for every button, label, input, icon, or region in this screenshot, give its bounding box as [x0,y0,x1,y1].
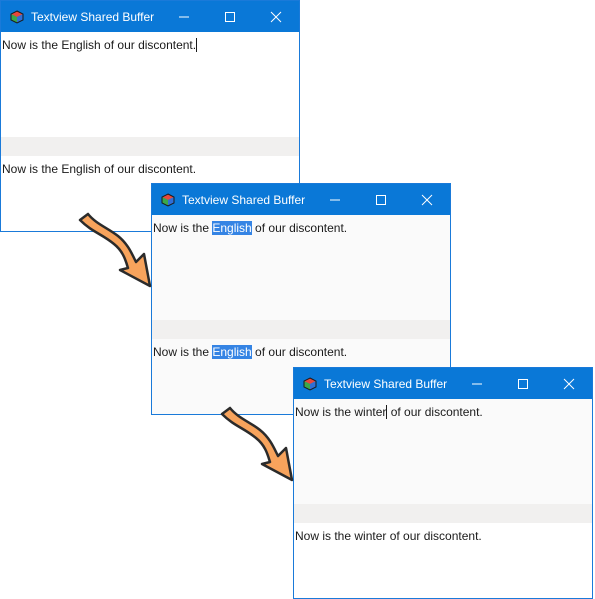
window-title: Textview Shared Buffer [324,377,448,391]
top-text-view[interactable]: Now is the English of our discontent. [152,215,450,320]
maximize-icon [376,195,386,205]
close-icon [563,378,575,390]
top-text-view[interactable]: Now is the winter of our discontent. [294,399,592,504]
maximize-icon [518,379,528,389]
pane-divider[interactable] [152,320,450,339]
text-content: Now is the English of our discontent. [2,38,197,52]
top-text-view[interactable]: Now is the English of our discontent. [1,32,299,137]
pane-divider[interactable] [1,137,299,156]
text-line: Now is the English of our discontent. [153,220,347,236]
title-bar[interactable]: Textview Shared Buffer [294,368,592,399]
selected-text[interactable]: English [212,345,252,359]
maximize-button[interactable] [358,184,404,215]
maximize-icon [225,12,235,22]
cube-icon [161,193,175,207]
close-icon [270,11,282,23]
text-cursor [196,38,198,52]
minimize-icon [330,199,340,201]
textview-window-3: Textview Shared Buffer Now is the winter… [293,367,593,599]
close-button[interactable] [546,368,592,399]
window-title: Textview Shared Buffer [182,193,306,207]
title-bar[interactable]: Textview Shared Buffer [1,1,299,32]
minimize-icon [472,383,482,385]
text-before-selection: Now is the [153,221,213,235]
close-button[interactable] [404,184,450,215]
minimize-button[interactable] [454,368,500,399]
window-title: Textview Shared Buffer [31,10,155,24]
text-line: Now is the winter of our discontent. [295,404,483,420]
cube-icon [10,10,24,24]
minimize-icon [179,16,189,18]
minimize-button[interactable] [312,184,358,215]
cube-icon [303,377,317,391]
text-after-cursor: of our discontent. [387,405,483,419]
text-after-selection: of our discontent. [251,221,348,235]
curved-arrow-icon [220,406,294,482]
bottom-text-view[interactable]: Now is the winter of our discontent. [294,523,592,598]
text-after-selection: of our discontent. [251,345,348,359]
text-line: Now is the English of our discontent. [2,162,197,176]
minimize-button[interactable] [161,1,207,32]
text-before-selection: Now is the [153,345,213,359]
maximize-button[interactable] [207,1,253,32]
text-line: Now is the English of our discontent. [2,37,198,53]
maximize-button[interactable] [500,368,546,399]
pane-divider[interactable] [294,504,592,523]
text-line: Now is the English of our discontent. [153,344,347,360]
text-before-cursor: Now is the winter [295,405,387,419]
curved-arrow-icon [78,212,152,288]
selected-text[interactable]: English [212,221,252,235]
text-line: Now is the winter of our discontent. [295,529,482,543]
title-bar[interactable]: Textview Shared Buffer [152,184,450,215]
close-button[interactable] [253,1,299,32]
close-icon [421,194,433,206]
